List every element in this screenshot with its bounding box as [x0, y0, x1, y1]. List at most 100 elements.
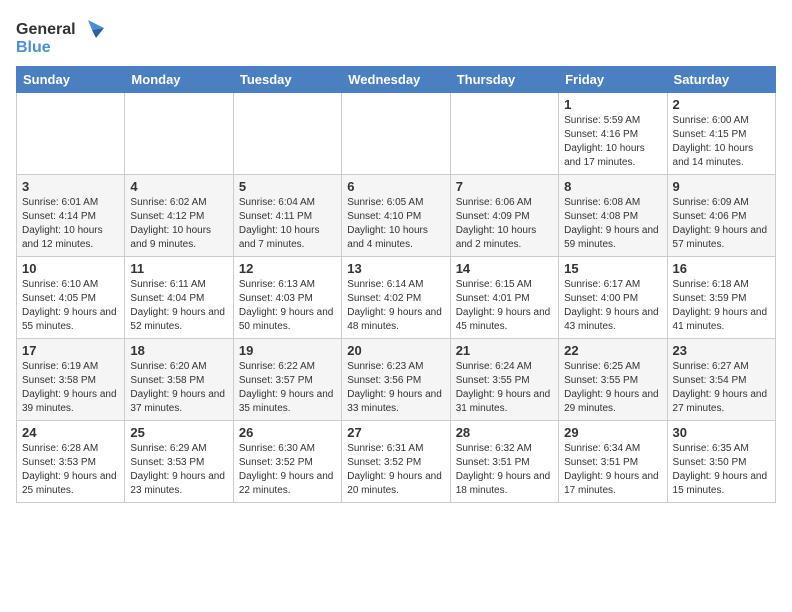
calendar-cell	[450, 93, 558, 175]
day-of-week-header: Sunday	[17, 67, 125, 93]
calendar-cell: 2 Sunrise: 6:00 AM Sunset: 4:15 PM Daylig…	[667, 93, 775, 175]
day-number: 16	[673, 261, 770, 276]
calendar-week-row: 17 Sunrise: 6:19 AM Sunset: 3:58 PM Dayli…	[17, 339, 776, 421]
day-number: 29	[564, 425, 661, 440]
day-info: Sunrise: 6:22 AM Sunset: 3:57 PM Dayligh…	[239, 360, 336, 416]
day-info: Sunrise: 6:25 AM Sunset: 3:55 PM Dayligh…	[564, 360, 661, 416]
day-info: Sunrise: 6:10 AM Sunset: 4:05 PM Dayligh…	[22, 278, 119, 334]
day-number: 9	[673, 179, 770, 194]
calendar-cell: 5Sunrise: 6:04 AM Sunset: 4:11 PM Daylig…	[233, 175, 341, 257]
calendar-cell: 6Sunrise: 6:05 AM Sunset: 4:10 PM Daylig…	[342, 175, 450, 257]
logo: GeneralBlue	[16, 16, 106, 56]
day-number: 23	[673, 343, 770, 358]
day-info: Sunrise: 6:31 AM Sunset: 3:52 PM Dayligh…	[347, 442, 444, 498]
day-of-week-header: Friday	[559, 67, 667, 93]
calendar-cell: 29 Sunrise: 6:34 AM Sunset: 3:51 PM Dayli…	[559, 421, 667, 503]
calendar-body: 1 Sunrise: 5:59 AM Sunset: 4:16 PM Daylig…	[17, 93, 776, 503]
day-info: Sunrise: 6:27 AM Sunset: 3:54 PM Dayligh…	[673, 360, 770, 416]
day-number: 11	[130, 261, 227, 276]
calendar-cell	[342, 93, 450, 175]
day-number: 18	[130, 343, 227, 358]
calendar-cell: 10 Sunrise: 6:10 AM Sunset: 4:05 PM Dayli…	[17, 257, 125, 339]
day-info: Sunrise: 6:32 AM Sunset: 3:51 PM Dayligh…	[456, 442, 553, 498]
calendar-week-row: 10 Sunrise: 6:10 AM Sunset: 4:05 PM Dayli…	[17, 257, 776, 339]
calendar-cell: 26Sunrise: 6:30 AM Sunset: 3:52 PM Dayli…	[233, 421, 341, 503]
day-of-week-header: Tuesday	[233, 67, 341, 93]
calendar-cell: 8 Sunrise: 6:08 AM Sunset: 4:08 PM Daylig…	[559, 175, 667, 257]
day-info: Sunrise: 6:28 AM Sunset: 3:53 PM Dayligh…	[22, 442, 119, 498]
calendar-cell	[125, 93, 233, 175]
calendar-cell: 1 Sunrise: 5:59 AM Sunset: 4:16 PM Daylig…	[559, 93, 667, 175]
calendar-cell: 3 Sunrise: 6:01 AM Sunset: 4:14 PM Daylig…	[17, 175, 125, 257]
day-info: Sunrise: 6:19 AM Sunset: 3:58 PM Dayligh…	[22, 360, 119, 416]
page-header: GeneralBlue	[16, 16, 776, 56]
calendar-cell	[17, 93, 125, 175]
day-number: 1	[564, 97, 661, 112]
day-number: 6	[347, 179, 444, 194]
calendar-cell: 22 Sunrise: 6:25 AM Sunset: 3:55 PM Dayli…	[559, 339, 667, 421]
day-number: 14	[456, 261, 553, 276]
calendar-cell: 12 Sunrise: 6:13 AM Sunset: 4:03 PM Dayli…	[233, 257, 341, 339]
calendar-week-row: 3 Sunrise: 6:01 AM Sunset: 4:14 PM Daylig…	[17, 175, 776, 257]
day-number: 21	[456, 343, 553, 358]
day-number: 2	[673, 97, 770, 112]
calendar-header-row: SundayMondayTuesdayWednesdayThursdayFrid…	[17, 67, 776, 93]
day-info: Sunrise: 6:15 AM Sunset: 4:01 PM Dayligh…	[456, 278, 553, 334]
day-number: 17	[22, 343, 119, 358]
calendar-cell: 11 Sunrise: 6:11 AM Sunset: 4:04 PM Dayli…	[125, 257, 233, 339]
svg-text:Blue: Blue	[16, 39, 51, 56]
day-info: Sunrise: 6:00 AM Sunset: 4:15 PM Dayligh…	[673, 114, 770, 170]
day-of-week-header: Wednesday	[342, 67, 450, 93]
calendar-cell: 18Sunrise: 6:20 AM Sunset: 3:58 PM Dayli…	[125, 339, 233, 421]
day-info: Sunrise: 6:29 AM Sunset: 3:53 PM Dayligh…	[130, 442, 227, 498]
calendar-week-row: 24 Sunrise: 6:28 AM Sunset: 3:53 PM Dayli…	[17, 421, 776, 503]
calendar-cell: 14 Sunrise: 6:15 AM Sunset: 4:01 PM Dayli…	[450, 257, 558, 339]
calendar-cell: 7 Sunrise: 6:06 AM Sunset: 4:09 PM Daylig…	[450, 175, 558, 257]
calendar-cell: 21Sunrise: 6:24 AM Sunset: 3:55 PM Dayli…	[450, 339, 558, 421]
day-info: Sunrise: 6:17 AM Sunset: 4:00 PM Dayligh…	[564, 278, 661, 334]
calendar-cell: 25Sunrise: 6:29 AM Sunset: 3:53 PM Dayli…	[125, 421, 233, 503]
day-info: Sunrise: 6:02 AM Sunset: 4:12 PM Dayligh…	[130, 196, 227, 252]
calendar-cell: 20 Sunrise: 6:23 AM Sunset: 3:56 PM Dayli…	[342, 339, 450, 421]
day-number: 24	[22, 425, 119, 440]
day-number: 7	[456, 179, 553, 194]
day-number: 19	[239, 343, 336, 358]
day-number: 10	[22, 261, 119, 276]
calendar-cell: 28Sunrise: 6:32 AM Sunset: 3:51 PM Dayli…	[450, 421, 558, 503]
day-of-week-header: Thursday	[450, 67, 558, 93]
day-info: Sunrise: 6:23 AM Sunset: 3:56 PM Dayligh…	[347, 360, 444, 416]
calendar-cell: 27 Sunrise: 6:31 AM Sunset: 3:52 PM Dayli…	[342, 421, 450, 503]
day-info: Sunrise: 6:34 AM Sunset: 3:51 PM Dayligh…	[564, 442, 661, 498]
day-info: Sunrise: 6:11 AM Sunset: 4:04 PM Dayligh…	[130, 278, 227, 334]
calendar-cell: 19 Sunrise: 6:22 AM Sunset: 3:57 PM Dayli…	[233, 339, 341, 421]
calendar-table: SundayMondayTuesdayWednesdayThursdayFrid…	[16, 66, 776, 503]
calendar-week-row: 1 Sunrise: 5:59 AM Sunset: 4:16 PM Daylig…	[17, 93, 776, 175]
day-info: Sunrise: 6:08 AM Sunset: 4:08 PM Dayligh…	[564, 196, 661, 252]
calendar-cell: 23 Sunrise: 6:27 AM Sunset: 3:54 PM Dayli…	[667, 339, 775, 421]
day-number: 3	[22, 179, 119, 194]
day-number: 20	[347, 343, 444, 358]
day-info: Sunrise: 6:06 AM Sunset: 4:09 PM Dayligh…	[456, 196, 553, 252]
day-number: 12	[239, 261, 336, 276]
day-info: Sunrise: 6:18 AM Sunset: 3:59 PM Dayligh…	[673, 278, 770, 334]
day-number: 8	[564, 179, 661, 194]
logo-svg: GeneralBlue	[16, 16, 106, 56]
svg-text:General: General	[16, 21, 76, 38]
day-number: 27	[347, 425, 444, 440]
day-number: 22	[564, 343, 661, 358]
calendar-cell: 15 Sunrise: 6:17 AM Sunset: 4:00 PM Dayli…	[559, 257, 667, 339]
day-info: Sunrise: 5:59 AM Sunset: 4:16 PM Dayligh…	[564, 114, 661, 170]
day-number: 26	[239, 425, 336, 440]
calendar-cell: 17 Sunrise: 6:19 AM Sunset: 3:58 PM Dayli…	[17, 339, 125, 421]
calendar-cell: 24 Sunrise: 6:28 AM Sunset: 3:53 PM Dayli…	[17, 421, 125, 503]
day-info: Sunrise: 6:09 AM Sunset: 4:06 PM Dayligh…	[673, 196, 770, 252]
day-number: 15	[564, 261, 661, 276]
calendar-cell: 4 Sunrise: 6:02 AM Sunset: 4:12 PM Daylig…	[125, 175, 233, 257]
day-of-week-header: Saturday	[667, 67, 775, 93]
day-info: Sunrise: 6:01 AM Sunset: 4:14 PM Dayligh…	[22, 196, 119, 252]
day-number: 4	[130, 179, 227, 194]
calendar-cell	[233, 93, 341, 175]
day-number: 13	[347, 261, 444, 276]
calendar-cell: 30Sunrise: 6:35 AM Sunset: 3:50 PM Dayli…	[667, 421, 775, 503]
day-info: Sunrise: 6:13 AM Sunset: 4:03 PM Dayligh…	[239, 278, 336, 334]
